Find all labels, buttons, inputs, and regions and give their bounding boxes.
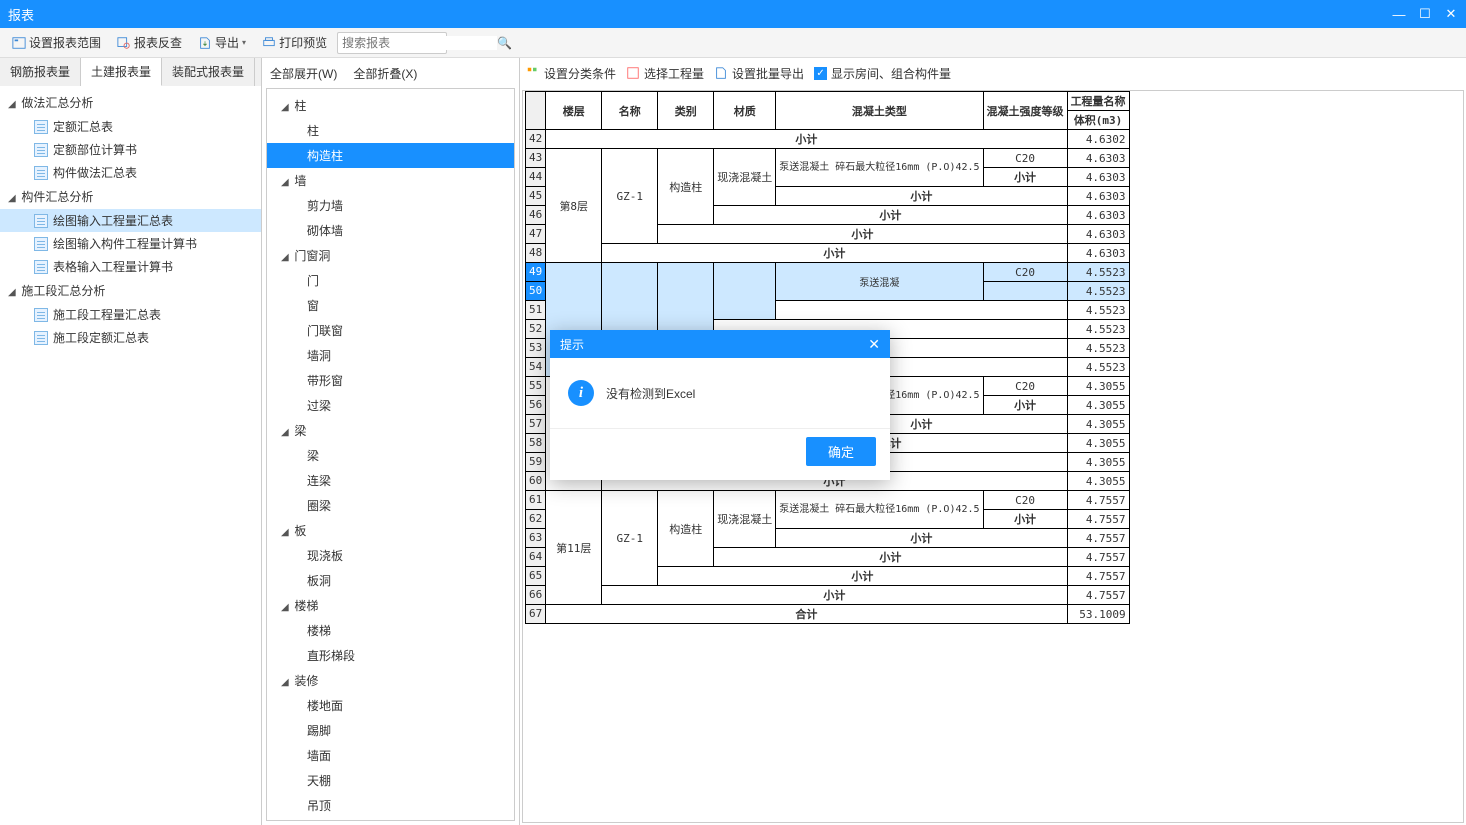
search-input[interactable]	[342, 36, 497, 50]
print-preview-button[interactable]: 打印预览	[256, 31, 333, 54]
report-tree: ◢ 做法汇总分析定额汇总表定额部位计算书构件做法汇总表◢ 构件汇总分析绘图输入工…	[0, 86, 261, 825]
document-icon	[34, 331, 48, 345]
component-item[interactable]: 砌体墙	[267, 218, 514, 243]
print-icon	[262, 36, 276, 50]
document-icon	[34, 143, 48, 157]
component-item[interactable]: 天棚	[267, 768, 514, 793]
component-item[interactable]: 剪力墙	[267, 193, 514, 218]
expand-all-button[interactable]: 全部展开(W)	[270, 65, 337, 82]
document-icon	[34, 260, 48, 274]
tab-civil[interactable]: 土建报表量	[81, 58, 162, 86]
tab-prefab[interactable]: 装配式报表量	[162, 58, 255, 86]
component-item[interactable]: 过梁	[267, 393, 514, 418]
titlebar: 报表 — ☐ ✕	[0, 0, 1466, 28]
document-icon	[34, 214, 48, 228]
dialog-ok-button[interactable]: 确定	[806, 437, 876, 466]
tree-item[interactable]: 绘图输入工程量汇总表	[0, 209, 261, 232]
batch-export-icon	[714, 66, 728, 80]
component-item[interactable]: 构造柱	[267, 143, 514, 168]
category-icon	[526, 66, 540, 80]
component-group[interactable]: ◢ 门窗洞	[267, 243, 514, 268]
component-item[interactable]: 墙面	[267, 743, 514, 768]
data-toolbar: 设置分类条件 选择工程量 设置批量导出 ✓ 显示房间、组合构件量	[520, 58, 1466, 88]
component-item[interactable]: 梁	[267, 443, 514, 468]
component-item[interactable]: 墙洞	[267, 343, 514, 368]
component-item[interactable]: 圈梁	[267, 493, 514, 518]
tree-item[interactable]: 绘图输入构件工程量计算书	[0, 232, 261, 255]
report-type-tabs: 钢筋报表量 土建报表量 装配式报表量	[0, 58, 261, 86]
maximize-button[interactable]: ☐	[1418, 7, 1432, 21]
tree-item[interactable]: 定额汇总表	[0, 115, 261, 138]
dialog-close-button[interactable]: ✕	[868, 336, 880, 353]
component-toolbar: 全部展开(W) 全部折叠(X)	[262, 58, 519, 88]
recheck-icon	[117, 36, 131, 50]
tree-item[interactable]: 施工段定额汇总表	[0, 326, 261, 349]
component-item[interactable]: 窗	[267, 293, 514, 318]
component-group[interactable]: ◢ 板	[267, 518, 514, 543]
export-icon	[198, 36, 212, 50]
dialog-title: 提示	[560, 336, 868, 353]
close-button[interactable]: ✕	[1444, 7, 1458, 21]
component-panel: 全部展开(W) 全部折叠(X) ◢ 柱柱构造柱◢ 墙剪力墙砌体墙◢ 门窗洞门窗门…	[262, 58, 520, 825]
tree-item[interactable]: 定额部位计算书	[0, 138, 261, 161]
component-group[interactable]: ◢ 梁	[267, 418, 514, 443]
search-icon[interactable]: 🔍	[497, 36, 512, 50]
component-item[interactable]: 楼地面	[267, 693, 514, 718]
component-item[interactable]: 吊顶	[267, 793, 514, 818]
export-button[interactable]: 导出 ▾	[192, 31, 252, 54]
component-group[interactable]: ◢ 楼梯	[267, 593, 514, 618]
checkbox-checked-icon: ✓	[814, 67, 827, 80]
component-item[interactable]: 带形窗	[267, 368, 514, 393]
tree-group[interactable]: ◢ 做法汇总分析	[0, 90, 261, 115]
quantity-icon	[626, 66, 640, 80]
component-item[interactable]: 踢脚	[267, 718, 514, 743]
range-icon	[12, 36, 26, 50]
tree-item[interactable]: 表格输入工程量计算书	[0, 255, 261, 278]
document-icon	[34, 166, 48, 180]
dialog-message: 没有检测到Excel	[606, 385, 695, 402]
chevron-down-icon: ▾	[242, 38, 246, 47]
set-report-range-button[interactable]: 设置报表范围	[6, 31, 107, 54]
document-icon	[34, 308, 48, 322]
main-toolbar: 设置报表范围 报表反查 导出 ▾ 打印预览 🔍	[0, 28, 1466, 58]
document-icon	[34, 237, 48, 251]
tree-item[interactable]: 施工段工程量汇总表	[0, 303, 261, 326]
component-group[interactable]: ◢ 装修	[267, 668, 514, 693]
tree-item[interactable]: 构件做法汇总表	[0, 161, 261, 184]
component-item[interactable]: 连梁	[267, 468, 514, 493]
component-group[interactable]: ◢ 墙	[267, 168, 514, 193]
component-item[interactable]: 门联窗	[267, 318, 514, 343]
minimize-button[interactable]: —	[1392, 7, 1406, 21]
component-item[interactable]: 楼梯	[267, 618, 514, 643]
show-room-toggle[interactable]: ✓ 显示房间、组合构件量	[814, 65, 951, 82]
window-title: 报表	[8, 5, 1392, 24]
batch-export-button[interactable]: 设置批量导出	[714, 65, 804, 82]
collapse-all-button[interactable]: 全部折叠(X)	[353, 65, 417, 82]
document-icon	[34, 120, 48, 134]
left-panel: 钢筋报表量 土建报表量 装配式报表量 ◢ 做法汇总分析定额汇总表定额部位计算书构…	[0, 58, 262, 825]
component-group[interactable]: ◢ 柱	[267, 93, 514, 118]
tree-group[interactable]: ◢ 施工段汇总分析	[0, 278, 261, 303]
alert-dialog: 提示 ✕ i 没有检测到Excel 确定	[550, 330, 890, 480]
component-tree: ◢ 柱柱构造柱◢ 墙剪力墙砌体墙◢ 门窗洞门窗门联窗墙洞带形窗过梁◢ 梁梁连梁圈…	[266, 88, 515, 821]
component-item[interactable]: 现浇板	[267, 543, 514, 568]
report-recheck-button[interactable]: 报表反查	[111, 31, 188, 54]
component-item[interactable]: 板洞	[267, 568, 514, 593]
select-quantity-button[interactable]: 选择工程量	[626, 65, 704, 82]
set-category-button[interactable]: 设置分类条件	[526, 65, 616, 82]
dialog-titlebar: 提示 ✕	[550, 330, 890, 358]
component-item[interactable]: 柱	[267, 118, 514, 143]
search-box[interactable]: 🔍	[337, 32, 447, 54]
info-icon: i	[568, 380, 594, 406]
component-item[interactable]: 直形梯段	[267, 643, 514, 668]
tab-rebar[interactable]: 钢筋报表量	[0, 58, 81, 86]
tree-group[interactable]: ◢ 构件汇总分析	[0, 184, 261, 209]
component-item[interactable]: 门	[267, 268, 514, 293]
